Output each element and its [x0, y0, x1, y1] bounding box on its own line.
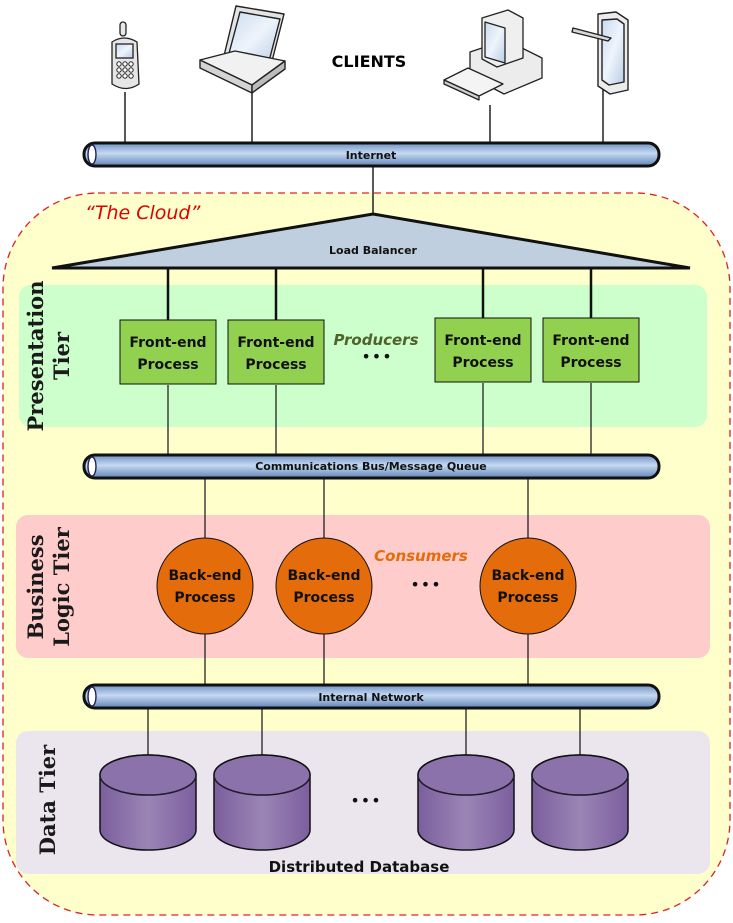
cloud-label: “The Cloud”: [85, 202, 200, 224]
front-end-process: Front-end Process: [227, 319, 325, 385]
front-end-label: Process: [560, 355, 621, 371]
back-end-label: Process: [497, 590, 558, 606]
database-cylinder: [99, 754, 197, 851]
presentation-tier-label-line1: Presentation: [23, 281, 48, 432]
architecture-diagram: “The Cloud” Presentation Tier Business L…: [2, 5, 731, 916]
back-end-process: Back-end Process: [275, 537, 373, 635]
front-end-label: Process: [245, 357, 306, 373]
back-end-process: Back-end Process: [479, 537, 577, 635]
back-end-label: Back-end: [287, 568, 360, 584]
front-end-label: Front-end: [237, 335, 314, 351]
front-end-label: Process: [137, 357, 198, 373]
business-tier-label-line2: Logic Tier: [49, 526, 74, 646]
tablet-icon: [571, 11, 629, 95]
producers-ellipsis: •••: [361, 347, 392, 366]
back-end-label: Process: [174, 590, 235, 606]
distributed-database-label: Distributed Database: [269, 858, 450, 876]
business-tier-label-line1: Business: [23, 534, 48, 639]
message-bus-label: Communications Bus/Message Queue: [255, 460, 487, 473]
presentation-tier-label-line2: Tier: [49, 331, 74, 380]
database-cylinder: [531, 754, 629, 851]
cell-phone-icon: [111, 21, 140, 90]
back-end-label: Process: [293, 590, 354, 606]
back-end-process: Back-end Process: [156, 537, 254, 635]
database-cylinder: [213, 754, 311, 851]
desktop-computer-icon: [443, 9, 543, 101]
back-end-label: Back-end: [491, 568, 564, 584]
laptop-icon: [199, 5, 286, 94]
internal-network-label: Internal Network: [318, 691, 424, 704]
front-end-label: Front-end: [552, 333, 629, 349]
front-end-process: Front-end Process: [542, 317, 640, 383]
front-end-process: Front-end Process: [119, 319, 217, 385]
back-end-label: Back-end: [168, 568, 241, 584]
consumers-label: Consumers: [374, 547, 468, 565]
load-balancer-label: Load Balancer: [329, 244, 418, 257]
front-end-label: Process: [452, 355, 513, 371]
front-end-label: Front-end: [129, 335, 206, 351]
data-tier-label: Data Tier: [35, 744, 60, 855]
internet-label: Internet: [346, 149, 397, 162]
consumers-ellipsis: •••: [410, 575, 441, 594]
front-end-label: Front-end: [444, 333, 521, 349]
clients-title: CLIENTS: [332, 52, 407, 71]
database-cylinder: [417, 754, 515, 851]
front-end-process: Front-end Process: [434, 317, 532, 383]
database-ellipsis: •••: [350, 791, 381, 810]
